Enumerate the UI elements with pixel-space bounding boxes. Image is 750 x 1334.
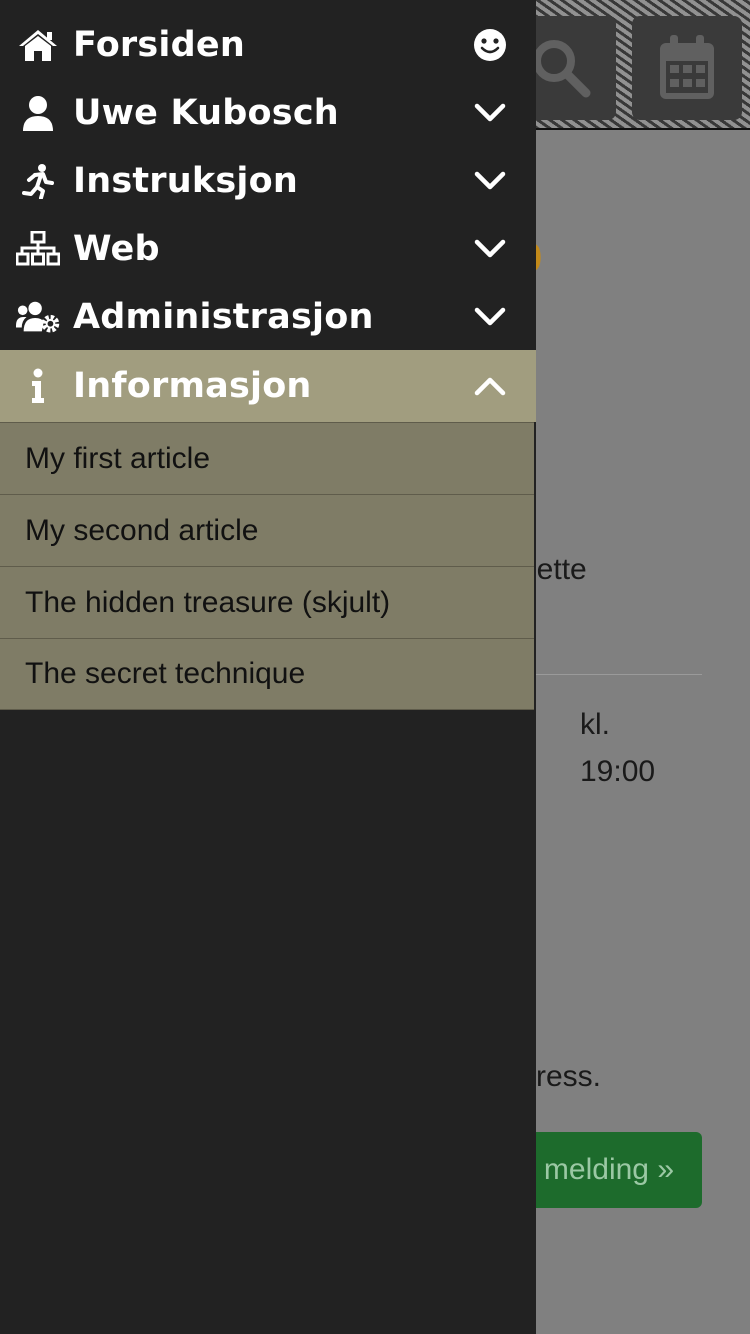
menu-item-instruksjon[interactable]: Instruksjon (0, 147, 536, 215)
menu-item-label: Forsiden (73, 25, 245, 65)
background-text-fragment-2: ress. (536, 1060, 602, 1093)
menu-item-uwe-kubosch[interactable]: Uwe Kubosch (0, 79, 536, 147)
submenu-item-hidden-treasure[interactable]: The hidden treasure (skjult) (0, 566, 534, 638)
chevron-down-icon[interactable] (470, 297, 510, 337)
submenu-item-label: My second article (25, 513, 259, 547)
submenu-item-label: The secret technique (25, 657, 306, 690)
side-drawer: Forsiden Uwe Kubosch Instruksjon Web Adm… (0, 0, 536, 1334)
submenu-item-label: The hidden treasure (skjult) (25, 585, 391, 619)
smiley-icon[interactable] (470, 25, 510, 65)
menu-item-administrasjon[interactable]: Administrasjon (0, 283, 536, 351)
menu-item-label: Informasjon (73, 366, 312, 406)
submenu-item-my-second-article[interactable]: My second article (0, 494, 534, 566)
chevron-down-icon[interactable] (470, 93, 510, 133)
chevron-down-icon[interactable] (470, 161, 510, 201)
menu-item-informasjon[interactable]: Informasjon (0, 350, 536, 422)
submenu-item-secret-technique[interactable]: The secret technique (0, 638, 534, 710)
chevron-up-icon[interactable] (470, 366, 510, 406)
submenu-item-my-first-article[interactable]: My first article (0, 422, 534, 494)
menu-item-label: Instruksjon (73, 161, 298, 201)
chevron-down-icon[interactable] (470, 229, 510, 269)
registration-button-label: melding » (543, 1153, 674, 1186)
sitemap-icon (16, 227, 60, 271)
search-icon (530, 37, 592, 99)
menu-item-label: Administrasjon (73, 297, 374, 337)
menu-item-forsiden[interactable]: Forsiden (0, 11, 536, 79)
home-icon (16, 23, 60, 67)
running-icon (16, 159, 60, 203)
menu-item-web[interactable]: Web (0, 215, 536, 283)
time-value: 19:00 (580, 755, 656, 788)
calendar-button[interactable] (632, 16, 742, 120)
user-icon (16, 91, 60, 135)
time-label: kl. (580, 708, 610, 741)
submenu-item-label: My first article (25, 441, 211, 475)
menu-item-label: Uwe Kubosch (73, 93, 339, 133)
users-cog-icon (16, 295, 60, 339)
menu-item-label: Web (73, 229, 160, 269)
info-icon (16, 364, 60, 408)
calendar-icon (658, 35, 716, 101)
divider (536, 674, 702, 675)
